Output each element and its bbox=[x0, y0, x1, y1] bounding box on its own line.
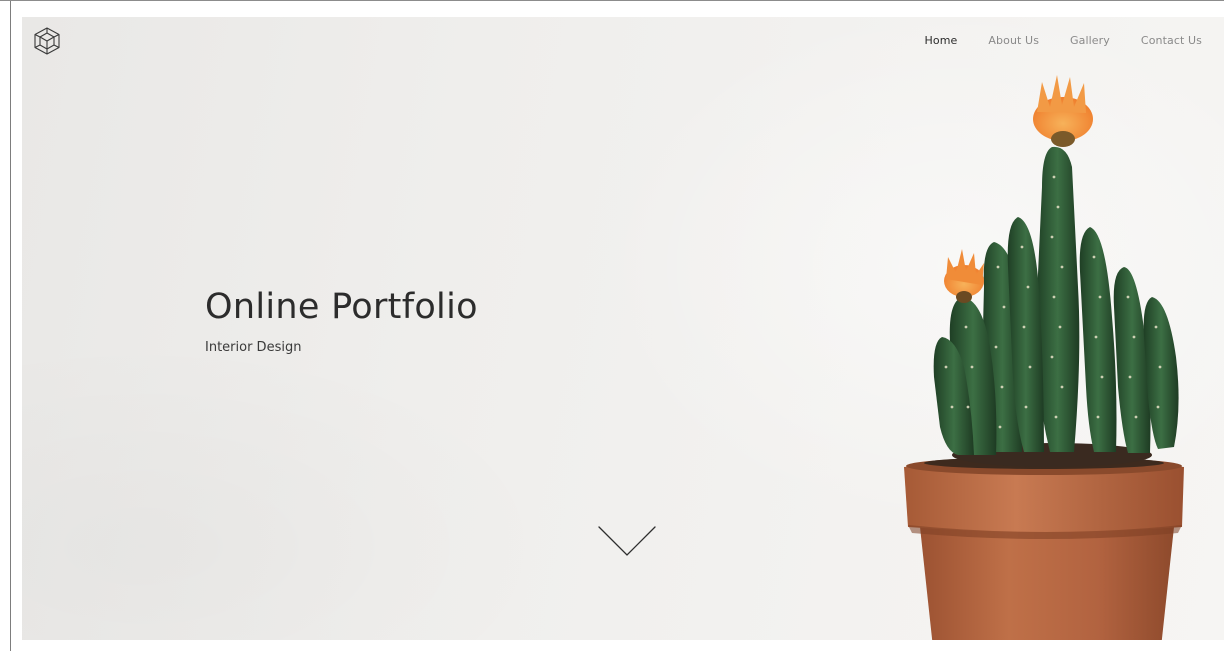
hero-title: Online Portfolio bbox=[205, 287, 478, 327]
nav-link-contact-us[interactable]: Contact Us bbox=[1141, 34, 1202, 47]
chevron-down-icon[interactable] bbox=[596, 523, 658, 559]
isometric-cube-logo-icon[interactable] bbox=[32, 26, 62, 56]
nav-link-about-us[interactable]: About Us bbox=[988, 34, 1039, 47]
page-edge-divider bbox=[10, 1, 11, 651]
page-frame: Home About Us Gallery Contact Us Online … bbox=[0, 0, 1224, 651]
main-nav: Home About Us Gallery Contact Us bbox=[925, 34, 1202, 47]
nav-link-gallery[interactable]: Gallery bbox=[1070, 34, 1110, 47]
nav-link-home[interactable]: Home bbox=[925, 34, 958, 47]
cactus-image bbox=[902, 57, 1202, 640]
hero-section: Home About Us Gallery Contact Us Online … bbox=[22, 17, 1224, 640]
hero-subtitle: Interior Design bbox=[205, 340, 302, 355]
